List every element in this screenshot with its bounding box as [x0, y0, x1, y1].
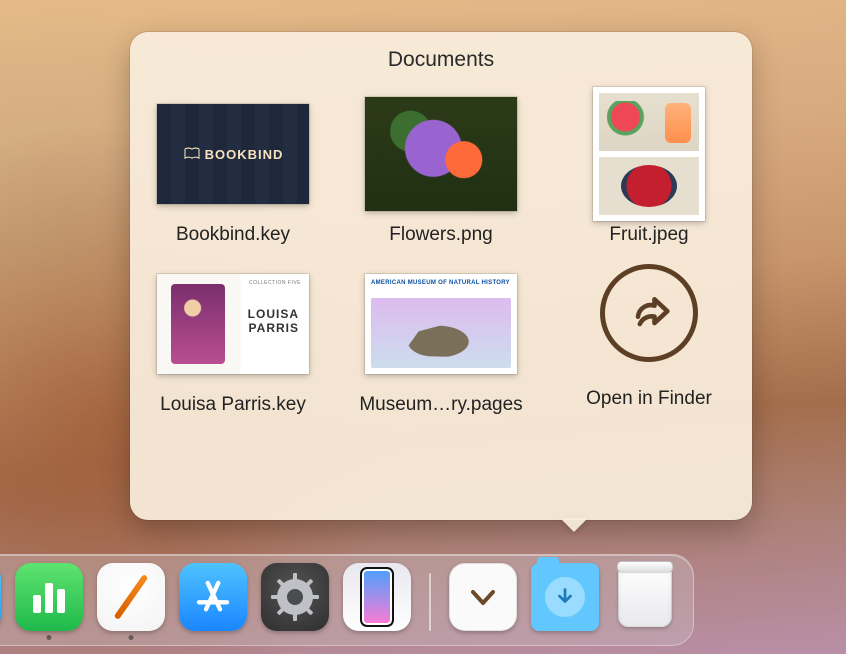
dock-container: [0, 554, 846, 646]
dock-item-settings[interactable]: [261, 563, 329, 631]
stack-grid: BOOKBIND Bookbind.key Flowers.png Fruit.…: [130, 94, 752, 416]
stack-item-bookbind[interactable]: BOOKBIND Bookbind.key: [129, 94, 337, 246]
gear-icon: [270, 572, 320, 622]
trash-icon: [618, 567, 672, 627]
dock-item-trash[interactable]: [613, 563, 677, 631]
file-label: Bookbind.key: [176, 224, 290, 246]
download-arrow-icon: [545, 577, 585, 617]
dock-item-iphone-mirroring[interactable]: [343, 563, 411, 631]
open-in-finder-icon: [600, 264, 698, 362]
stack-item-louisa[interactable]: COLLECTION FIVE LOUISA PARRIS Louisa Par…: [129, 264, 337, 416]
dock-separator: [429, 573, 431, 631]
dock-item-downloads[interactable]: [531, 563, 599, 631]
pen-icon: [114, 574, 149, 620]
dock: [0, 554, 694, 646]
dock-item-numbers[interactable]: [15, 563, 83, 631]
dock-item-pages[interactable]: [97, 563, 165, 631]
dock-item-partial[interactable]: [0, 563, 1, 631]
stack-item-museum[interactable]: AMERICAN MUSEUM OF NATURAL HISTORY Museu…: [337, 264, 545, 416]
dock-stack-popup: Documents BOOKBIND Bookbind.key Flowers.…: [130, 32, 752, 520]
stack-item-flowers[interactable]: Flowers.png: [337, 94, 545, 246]
phone-icon: [360, 567, 394, 627]
file-label: Museum…ry.pages: [359, 394, 522, 416]
stack-title: Documents: [130, 48, 752, 72]
file-thumbnail: AMERICAN MUSEUM OF NATURAL HISTORY: [365, 264, 517, 384]
file-label: Louisa Parris.key: [160, 394, 306, 416]
open-book-icon: [183, 147, 201, 161]
file-label: Flowers.png: [389, 224, 493, 246]
bars-icon: [29, 577, 69, 617]
file-label: Fruit.jpeg: [609, 224, 688, 246]
stack-item-fruit[interactable]: Fruit.jpeg: [545, 94, 753, 246]
file-thumbnail: BOOKBIND: [157, 94, 309, 214]
open-in-finder-label: Open in Finder: [586, 388, 712, 410]
file-thumbnail: [365, 94, 517, 214]
chevron-down-icon: [465, 579, 501, 615]
file-thumbnail: COLLECTION FIVE LOUISA PARRIS: [157, 264, 309, 384]
open-in-finder-button[interactable]: Open in Finder: [545, 264, 753, 416]
dock-item-appstore[interactable]: [179, 563, 247, 631]
file-thumbnail: [573, 94, 725, 214]
share-arrow-icon: [627, 291, 671, 335]
popup-tail: [560, 518, 588, 532]
dock-item-recents-stack[interactable]: [449, 563, 517, 631]
appstore-icon: [192, 576, 234, 618]
